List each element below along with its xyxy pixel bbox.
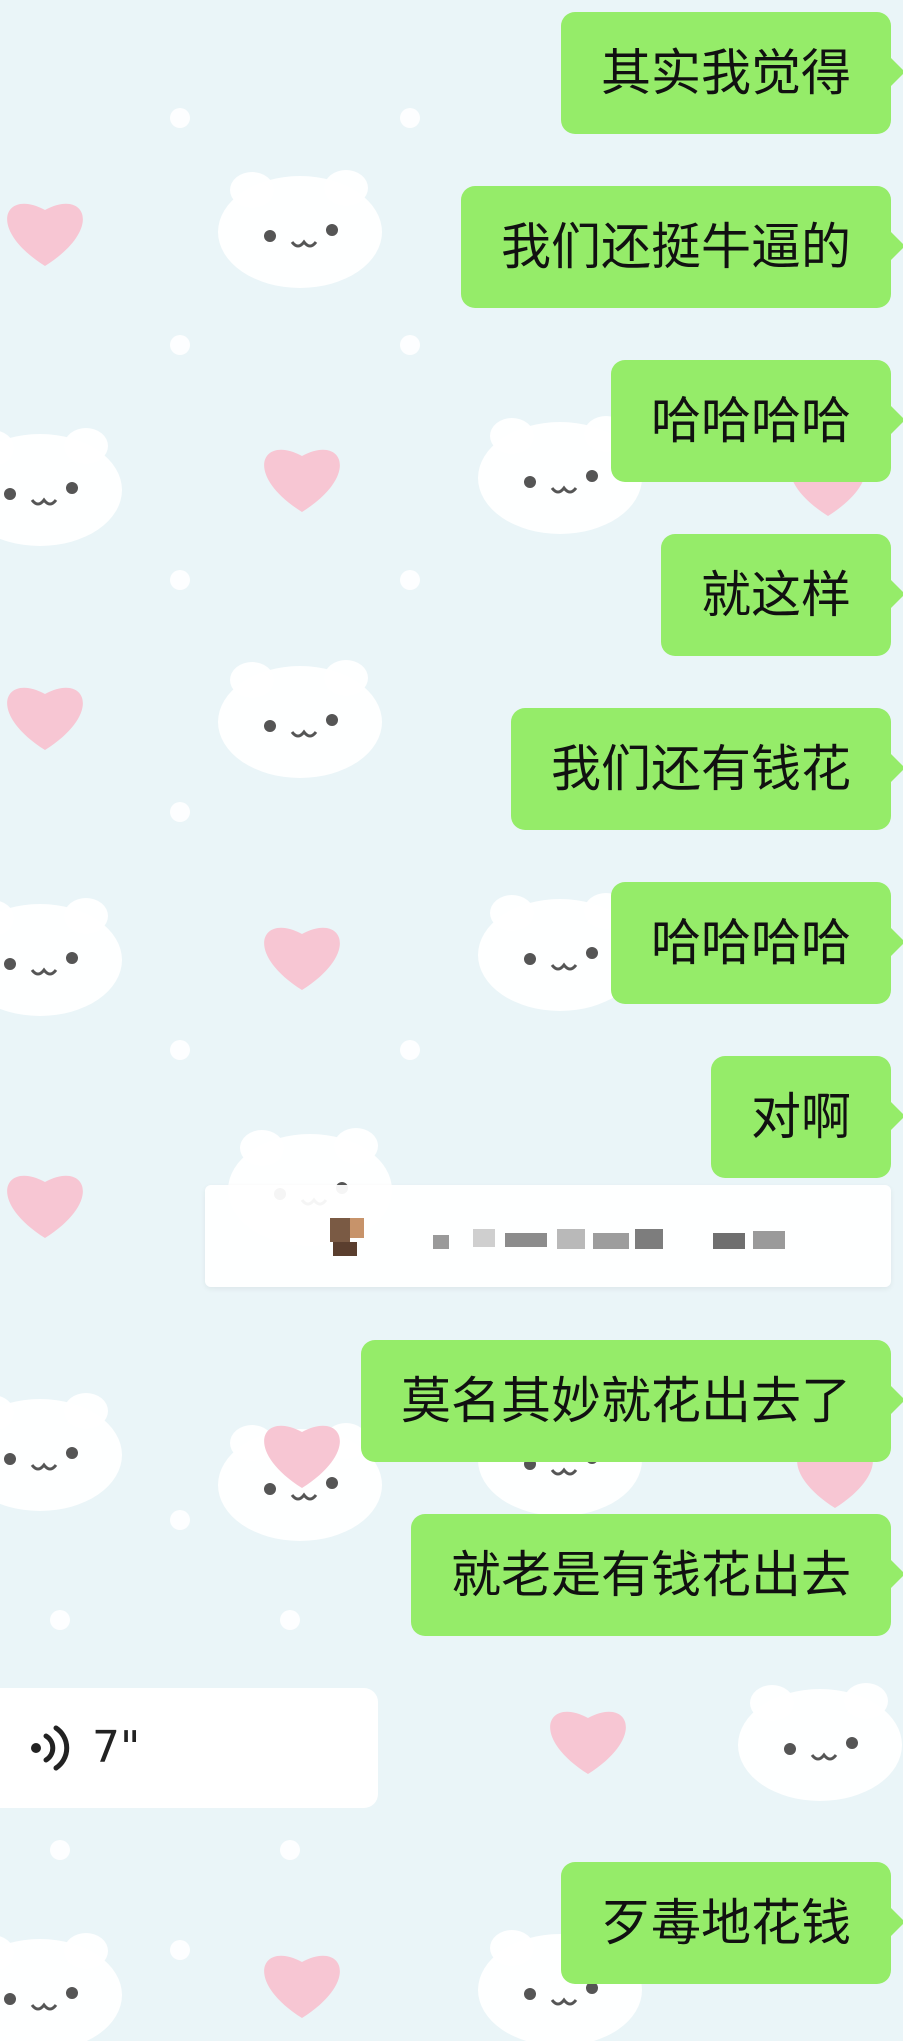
voice-message-bubble[interactable]: 7" <box>0 1688 378 1808</box>
quoted-message-card[interactable] <box>205 1185 891 1287</box>
pixelated-text <box>593 1233 629 1249</box>
pixelated-text <box>473 1229 495 1247</box>
pixelated-avatar <box>333 1242 357 1256</box>
voice-duration: 7" <box>92 1722 141 1773</box>
message-bubble-outgoing[interactable]: 我们还挺牛逼的 <box>461 186 903 308</box>
message-bubble-outgoing[interactable]: 哈哈哈哈 <box>611 882 903 1004</box>
voice-wave-icon <box>31 1725 70 1771</box>
pixelated-text <box>635 1229 663 1249</box>
message-bubble-outgoing[interactable]: 就老是有钱花出去 <box>411 1514 903 1636</box>
pixelated-avatar <box>330 1218 350 1242</box>
pixelated-text <box>713 1233 745 1249</box>
message-bubble-outgoing[interactable]: 我们还有钱花 <box>511 708 903 830</box>
message-bubble-outgoing[interactable]: 哈哈哈哈 <box>611 360 903 482</box>
pixelated-avatar <box>350 1218 364 1238</box>
message-bubble-outgoing[interactable]: 歹毒地花钱 <box>561 1862 903 1984</box>
pixelated-text <box>433 1235 449 1249</box>
message-bubble-outgoing[interactable]: 对啊 <box>711 1056 903 1178</box>
pixelated-text <box>753 1231 785 1249</box>
message-bubble-outgoing[interactable]: 其实我觉得 <box>561 12 903 134</box>
message-bubble-outgoing[interactable]: 就这样 <box>661 534 903 656</box>
pixelated-text <box>505 1233 547 1247</box>
pixelated-text <box>557 1229 585 1249</box>
message-bubble-outgoing[interactable]: 莫名其妙就花出去了 <box>361 1340 903 1462</box>
